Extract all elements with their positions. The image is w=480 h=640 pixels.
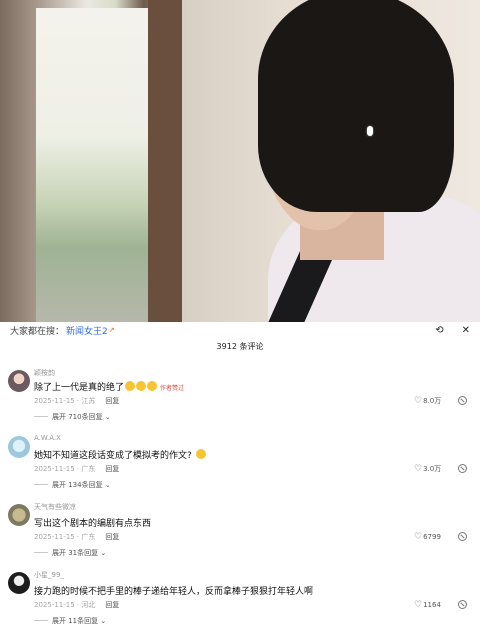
comment-username[interactable]: 天气有些微凉 [34,502,76,512]
dislike-icon[interactable] [458,600,467,609]
trending-search-label: 大家都在搜： [10,326,65,337]
comment-meta: 2025-11-15 · 广东 回复 [34,532,119,542]
avatar[interactable] [8,370,30,392]
like-button[interactable]: ♡6799 [414,532,441,542]
dislike-icon[interactable] [458,532,467,541]
trending-up-icon: ↗ [108,326,115,334]
expand-replies-label: 展开 11条回复 [52,617,99,625]
reply-button[interactable]: 回复 [105,465,119,473]
comment-text: 她知不知道这段话变成了模拟考的作文? [34,448,206,461]
avatar[interactable] [8,436,30,458]
comment-meta: 2025-11-15 · 江苏 回复 [34,396,119,406]
comment-text-body: 她知不知道这段话变成了模拟考的作文? [34,451,192,461]
dislike-icon[interactable] [458,396,467,405]
video-person-hair [258,0,454,212]
like-button[interactable]: ♡8.0万 [414,396,441,406]
emoji-icon [195,449,206,459]
comment-username[interactable]: 小星_99_ [34,570,64,580]
comment-date-location: 2025-11-15 · 广东 [34,533,96,541]
divider-line [34,552,48,553]
video-player[interactable] [0,0,480,322]
comment-username[interactable]: A.W.A.X [34,434,61,442]
divider-line [34,416,48,417]
expand-replies-button[interactable]: 展开 710条回复 ⌄ [34,412,111,422]
heart-icon: ♡ [414,532,423,542]
expand-replies-label: 展开 31条回复 [52,549,99,557]
comment-meta: 2025-11-15 · 河北 回复 [34,600,119,610]
reply-button[interactable]: 回复 [105,601,119,609]
expand-replies-label: 展开 134条回复 [52,481,103,489]
video-person-earring [367,126,373,136]
comment-date-location: 2025-11-15 · 河北 [34,601,96,609]
like-count: 6799 [423,533,441,541]
comment-text: 写出这个剧本的编剧有点东西 [34,519,152,529]
refresh-icon[interactable]: ⟲ [435,325,443,336]
expand-replies-label: 展开 710条回复 [52,413,103,421]
dislike-icon[interactable] [458,464,467,473]
comment-date-location: 2025-11-15 · 广东 [34,465,96,473]
video-window-background [36,8,148,322]
expand-replies-button[interactable]: 展开 11条回复 ⌄ [34,616,106,626]
video-door-frame [148,0,182,322]
avatar[interactable] [8,504,30,526]
like-button[interactable]: ♡3.0万 [414,464,441,474]
crying-emoji-icon [147,381,158,391]
divider-line [34,620,48,621]
comment-text-body: 除了上一代是真的绝了 [34,383,125,393]
like-count: 3.0万 [423,465,442,473]
like-count: 8.0万 [423,397,442,405]
close-icon[interactable]: ✕ [462,325,470,336]
reply-button[interactable]: 回复 [105,397,119,405]
comment-date-location: 2025-11-15 · 江苏 [34,397,96,405]
trending-search-term[interactable]: 新闻女王2 [66,324,108,337]
heart-icon: ♡ [414,464,423,474]
crying-emoji-icon [136,381,147,391]
comment-text: 除了上一代是真的绝了 作者赞过 [34,380,184,393]
reply-button[interactable]: 回复 [105,533,119,541]
comment-username[interactable]: 颖桉韵 [34,368,55,378]
heart-icon: ♡ [414,600,423,610]
crying-emoji-icon [125,381,136,391]
divider-line [34,484,48,485]
author-liked-tag: 作者赞过 [160,385,185,392]
like-button[interactable]: ♡1164 [414,600,441,610]
expand-replies-button[interactable]: 展开 134条回复 ⌄ [34,480,111,490]
expand-replies-button[interactable]: 展开 31条回复 ⌄ [34,548,106,558]
avatar[interactable] [8,572,30,594]
comment-count: 3912 条评论 [216,342,264,351]
comment-text: 接力跑的时候不把手里的棒子递给年轻人，反而拿棒子狠狠打年轻人啊 [34,587,314,597]
comment-meta: 2025-11-15 · 广东 回复 [34,464,119,474]
like-count: 1164 [423,601,441,609]
trending-search-bar: 大家都在搜： 新闻女王2 ↗ ⟲ ✕ [0,322,480,338]
heart-icon: ♡ [414,396,423,406]
